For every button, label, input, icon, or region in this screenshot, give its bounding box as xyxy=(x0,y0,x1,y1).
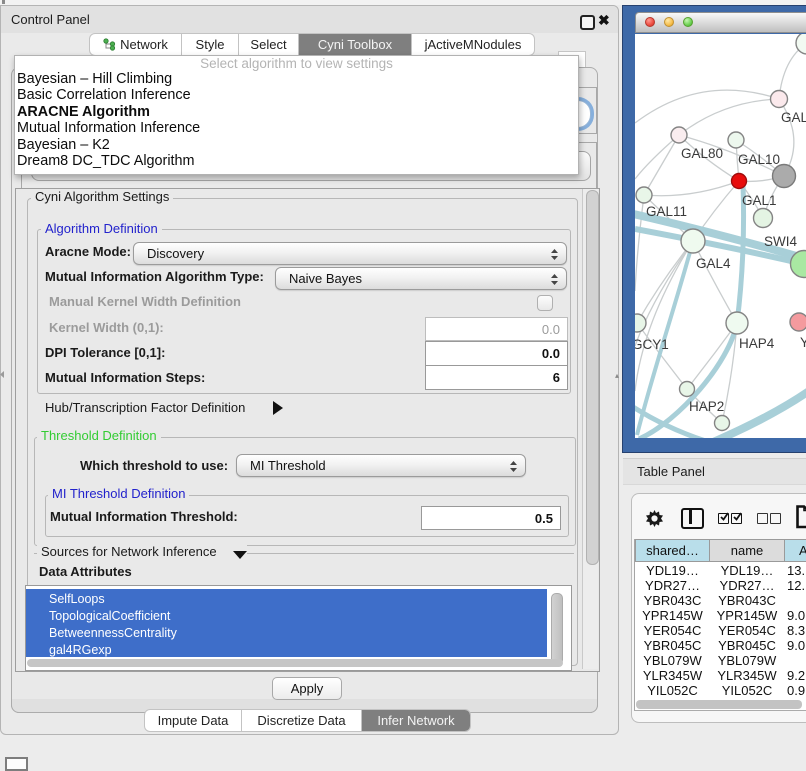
svg-text:GAL80: GAL80 xyxy=(681,146,723,161)
svg-text:GCY1: GCY1 xyxy=(635,337,669,352)
svg-text:GAL1: GAL1 xyxy=(742,193,777,208)
svg-text:GAL4: GAL4 xyxy=(696,256,731,271)
svg-text:GAL7: GAL7 xyxy=(781,110,806,125)
svg-text:SWI4: SWI4 xyxy=(764,234,797,249)
svg-text:YM: YM xyxy=(800,335,806,350)
svg-text:HAP2: HAP2 xyxy=(689,399,724,414)
svg-text:GAL10: GAL10 xyxy=(738,152,780,167)
svg-text:HAP4: HAP4 xyxy=(739,336,775,351)
svg-text:GAL11: GAL11 xyxy=(646,204,687,219)
